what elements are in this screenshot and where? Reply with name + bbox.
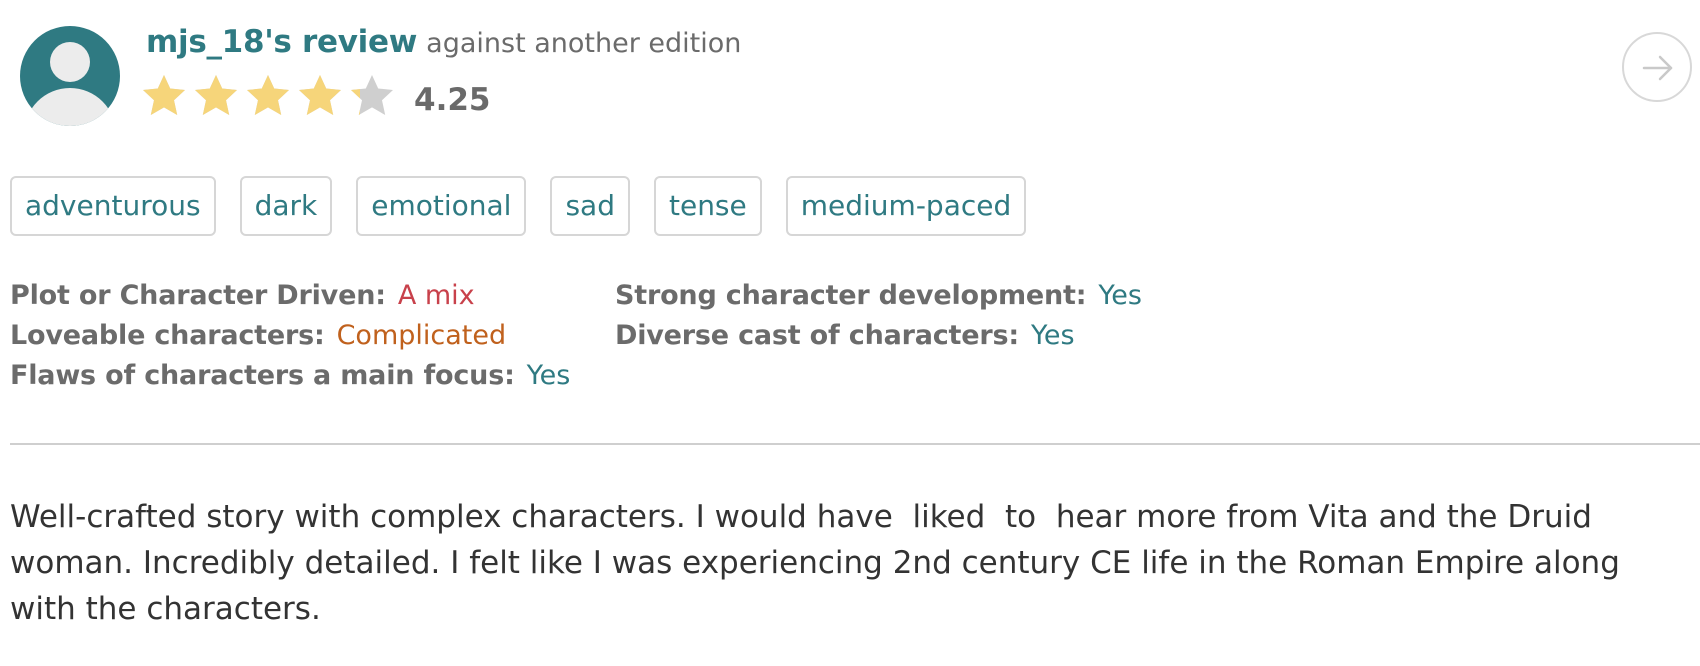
tag-sad[interactable]: sad [550, 176, 630, 236]
tag-emotional[interactable]: emotional [356, 176, 527, 236]
attribute-label: Plot or Character Driven: [10, 280, 386, 311]
star-rating [140, 72, 396, 120]
attribute-value: Yes [1098, 280, 1142, 311]
star-icon [348, 72, 396, 120]
attribute-label: Loveable characters: [10, 320, 325, 351]
star-icon [192, 72, 240, 120]
avatar-head [50, 42, 90, 82]
attribute-label: Strong character development: [615, 280, 1087, 311]
attributes-left: Plot or Character Driven: A mix Loveable … [10, 278, 570, 398]
tag-adventurous[interactable]: adventurous [10, 176, 216, 236]
arrow-right-icon [1642, 55, 1673, 81]
star-icon [244, 72, 292, 120]
mood-tags: adventurous dark emotional sad tense med… [10, 176, 1027, 236]
section-divider [10, 443, 1700, 445]
star-icon [140, 72, 188, 120]
tag-medium-paced[interactable]: medium-paced [785, 176, 1027, 236]
next-review-button[interactable] [1622, 32, 1692, 102]
attribute-value: Yes [526, 360, 571, 391]
attribute-row: Loveable characters: Complicated [10, 318, 570, 358]
attribute-row: Plot or Character Driven: A mix [10, 278, 570, 318]
attribute-value: Yes [1030, 320, 1075, 351]
tag-tense[interactable]: tense [653, 176, 762, 236]
avatar-shoulders [24, 88, 116, 126]
attribute-label: Flaws of characters a main focus: [10, 360, 515, 391]
star-icon [296, 72, 344, 120]
user-avatar-icon[interactable] [20, 26, 120, 126]
attribute-row: Strong character development: Yes [615, 278, 1142, 318]
edition-note: against another edition [426, 28, 742, 59]
reviewer-link[interactable]: mjs_18's review [146, 24, 417, 60]
attribute-row: Diverse cast of characters: Yes [615, 318, 1142, 358]
attribute-value: Complicated [336, 320, 507, 351]
review-title: mjs_18's review against another edition [146, 24, 741, 60]
rating-value: 4.25 [414, 82, 491, 118]
attribute-value: A mix [397, 280, 475, 311]
attribute-row: Flaws of characters a main focus: Yes [10, 358, 570, 398]
attributes-right: Strong character development: Yes Diverse… [615, 278, 1142, 358]
tag-dark[interactable]: dark [239, 176, 333, 236]
review-body: Well-crafted story with complex characte… [10, 499, 1630, 627]
attribute-label: Diverse cast of characters: [615, 320, 1019, 351]
